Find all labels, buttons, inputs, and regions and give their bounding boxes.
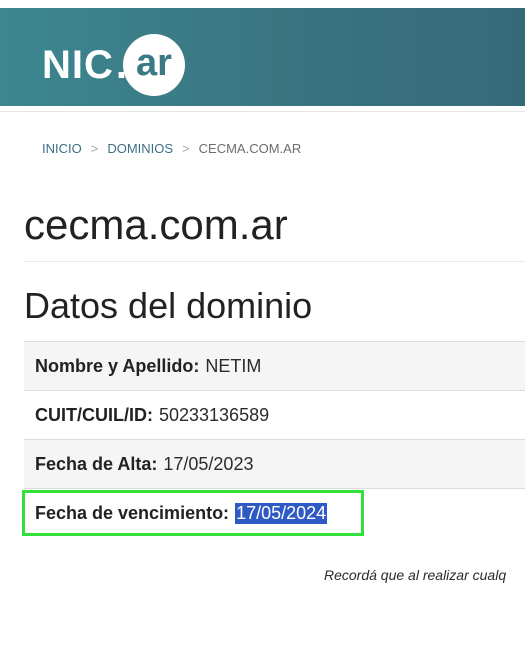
field-row-fecha-vencimiento: Fecha de vencimiento: 17/05/2024 xyxy=(24,488,525,537)
field-value: NETIM xyxy=(205,355,262,376)
field-row-fecha-alta: Fecha de Alta: 17/05/2023 xyxy=(24,439,525,488)
section-title: Datos del dominio xyxy=(24,285,313,326)
field-label: Fecha de Alta: xyxy=(35,453,158,474)
breadcrumb-separator: > xyxy=(90,141,99,156)
logo-ar-text: ar xyxy=(136,42,172,84)
page-title: cecma.com.ar xyxy=(24,201,288,248)
breadcrumb-separator: > xyxy=(182,141,190,156)
header-divider xyxy=(0,111,525,112)
field-value: 17/05/2023 xyxy=(163,453,254,474)
selected-expiry-date[interactable]: 17/05/2024 xyxy=(235,502,328,524)
breadcrumb-current: CECMA.COM.AR xyxy=(198,141,302,156)
field-label: Nombre y Apellido: xyxy=(35,355,200,376)
breadcrumb: INICIO > DOMINIOS > CECMA.COM.AR xyxy=(42,141,301,156)
breadcrumb-dominios[interactable]: DOMINIOS xyxy=(107,141,173,156)
footnote-text: Recordá que al realizar cualq xyxy=(324,567,507,583)
site-header: NIC . ar xyxy=(0,8,525,106)
breadcrumb-inicio[interactable]: INICIO xyxy=(42,141,82,156)
field-label: Fecha de vencimiento: xyxy=(35,502,230,523)
logo-circle: ar xyxy=(123,34,186,96)
logo-nic-text: NIC xyxy=(42,43,114,87)
field-row-nombre: Nombre y Apellido: NETIM xyxy=(24,341,525,390)
nic-ar-logo[interactable]: NIC . ar xyxy=(42,34,186,96)
field-label: CUIT/CUIL/ID: xyxy=(35,404,153,425)
field-value: 50233136589 xyxy=(158,404,270,425)
title-divider xyxy=(24,261,525,262)
field-row-cuit: CUIT/CUIL/ID: 50233136589 xyxy=(24,390,525,439)
domain-data-table: Nombre y Apellido: NETIM CUIT/CUIL/ID: 5… xyxy=(24,341,525,537)
